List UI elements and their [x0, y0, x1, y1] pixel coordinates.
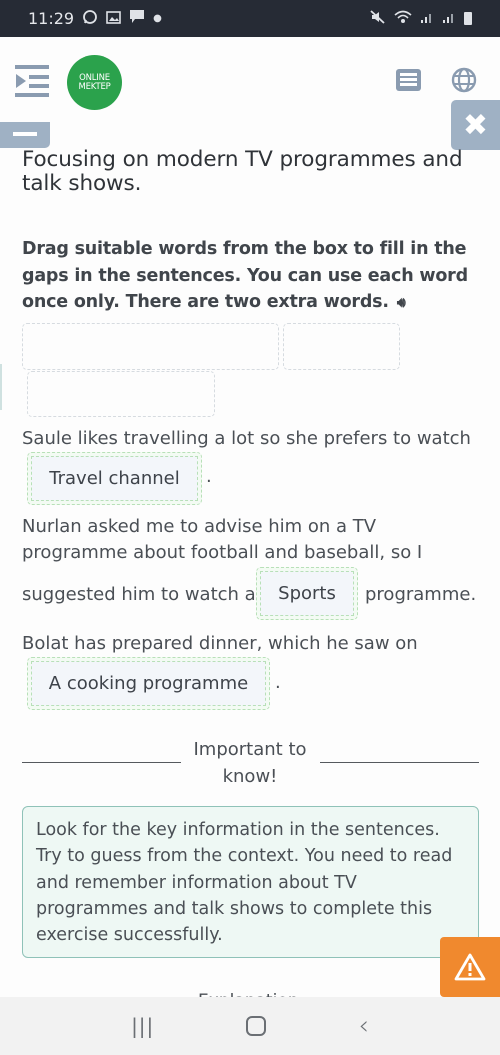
sentence-1-end: .	[206, 466, 212, 487]
back-button[interactable]: ‹	[359, 1011, 369, 1041]
instruction-text: Drag suitable words from the box to fill…	[22, 236, 482, 317]
app-header: ONLINE MEKTEP	[0, 37, 500, 122]
wifi-icon	[394, 10, 412, 28]
recent-apps-button[interactable]: |||	[131, 1014, 154, 1038]
collapse-button[interactable]	[0, 122, 50, 148]
gallery-icon	[106, 9, 121, 28]
home-button[interactable]	[246, 1016, 267, 1036]
list-icon[interactable]	[396, 69, 421, 91]
signal-icon	[442, 11, 456, 27]
important-line1: Important to	[193, 739, 307, 760]
sidebar-toggle-icon[interactable]	[15, 65, 49, 97]
divider-left	[22, 762, 181, 763]
word-bank-slot[interactable]	[22, 323, 279, 370]
speaker-icon[interactable]: 🔊︎	[397, 290, 406, 317]
dot-icon: ●	[153, 13, 162, 24]
close-icon: ✖	[462, 107, 489, 143]
page-title: Focusing on modern TV programmes and tal…	[22, 147, 463, 196]
report-error-button[interactable]	[440, 937, 500, 997]
sentence-3-text: Bolat has prepared dinner, which he saw …	[22, 633, 418, 654]
important-heading: Important to know!	[185, 736, 315, 790]
message-icon	[129, 9, 145, 28]
online-mektep-logo[interactable]: ONLINE MEKTEP	[67, 55, 122, 110]
drop-zone-3[interactable]: A cooking programme	[27, 657, 270, 710]
tip-box: Look for the key information in the sent…	[22, 806, 479, 958]
sentence-3-end: .	[275, 672, 281, 693]
drop-zone-1[interactable]: Travel channel	[27, 452, 202, 505]
globe-icon[interactable]	[451, 67, 477, 93]
whatsapp-icon	[82, 9, 98, 29]
status-time: 11:29	[28, 9, 75, 28]
scroll-handle[interactable]	[0, 364, 2, 410]
answer-chip[interactable]: Travel channel	[31, 456, 198, 501]
sentence-2-line1: Nurlan asked me to advise him on a TV	[22, 516, 377, 537]
battery-icon	[464, 12, 472, 25]
system-nav-bar: ||| ‹	[0, 997, 500, 1055]
signal-icon	[420, 11, 434, 27]
status-bar: 11:29 ●	[0, 0, 500, 37]
sentence-1-text: Saule likes travelling a lot so she pref…	[22, 428, 471, 449]
divider-right	[320, 762, 479, 763]
close-button[interactable]: ✖	[451, 100, 500, 150]
answer-chip[interactable]: A cooking programme	[31, 661, 266, 706]
sentence-2-line2: programme about football and baseball, s…	[22, 542, 423, 563]
word-bank-slot[interactable]	[27, 371, 215, 417]
exercise-header: Focusing on modern TV programmes and tal…	[22, 148, 482, 317]
word-bank	[22, 323, 402, 418]
warning-icon	[454, 953, 486, 981]
mute-icon	[370, 9, 386, 28]
sentence-2-end: programme.	[365, 584, 477, 605]
word-bank-slot[interactable]	[283, 323, 400, 370]
drop-zone-2[interactable]: Sports	[256, 567, 358, 620]
logo-line2: MEKTEP	[78, 81, 111, 92]
sentence-2-line3: suggested him to watch a	[22, 584, 256, 605]
important-line2: know!	[222, 766, 278, 787]
answer-chip[interactable]: Sports	[260, 571, 354, 616]
